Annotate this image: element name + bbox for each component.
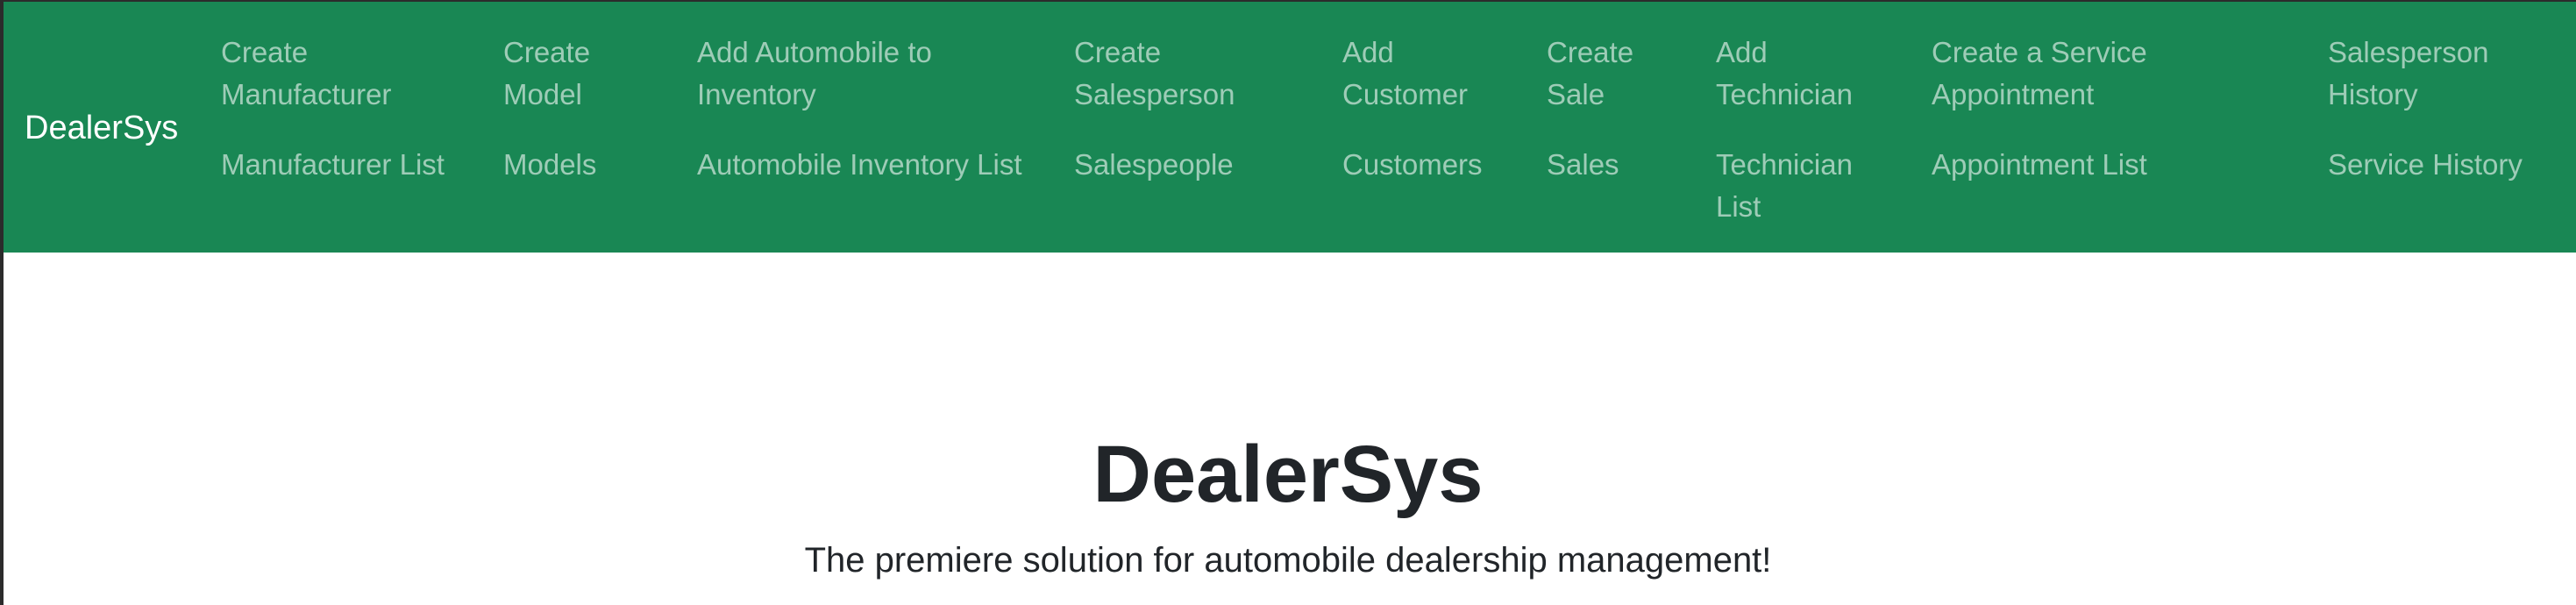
nav-models[interactable]: Models [503, 144, 679, 186]
nav-create-service-appointment[interactable]: Create a Service Appointment [1932, 32, 2195, 116]
nav-add-customer[interactable]: Add Customer [1342, 32, 1500, 116]
page-title: DealerSys [1092, 430, 1484, 519]
nav-service-history[interactable]: Service History [2328, 144, 2573, 186]
nav-create-manufacturer[interactable]: Create Manufacturer [221, 32, 466, 116]
nav-salesperson-history[interactable]: Salesperson History [2328, 32, 2556, 116]
nav-technician-list[interactable]: Technician List [1716, 144, 1874, 228]
nav-salespeople[interactable]: Salespeople [1074, 144, 1320, 186]
nav-automobile-inventory-list[interactable]: Automobile Inventory List [697, 144, 1065, 186]
nav-appointment-list[interactable]: Appointment List [1932, 144, 2265, 186]
nav-create-model[interactable]: Create Model [503, 32, 617, 116]
nav-create-sale[interactable]: Create Sale [1547, 32, 1661, 116]
nav-add-technician[interactable]: Add Technician [1716, 32, 1891, 116]
nav-manufacturer-list[interactable]: Manufacturer List [221, 144, 502, 186]
nav-sales[interactable]: Sales [1547, 144, 1704, 186]
nav-add-automobile[interactable]: Add Automobile to Inventory [697, 32, 1030, 116]
page-lead: The premiere solution for automobile dea… [804, 541, 1772, 580]
app-window: DealerSys Create Manufacturer Create Mod… [0, 0, 2576, 605]
nav-create-salesperson[interactable]: Create Salesperson [1074, 32, 1302, 116]
brand-link[interactable]: DealerSys [25, 107, 178, 149]
nav-customers[interactable]: Customers [1342, 144, 1553, 186]
top-navbar: DealerSys Create Manufacturer Create Mod… [4, 2, 2576, 253]
